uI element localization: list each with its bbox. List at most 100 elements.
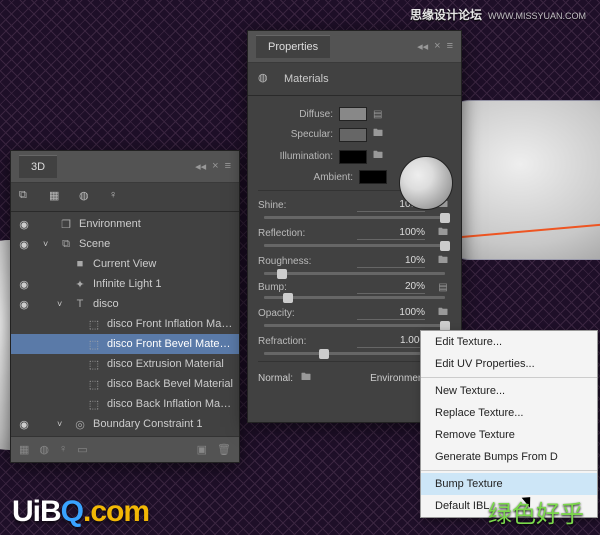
slider-knob[interactable]: [440, 213, 450, 223]
foot-icon[interactable]: ▦: [19, 443, 29, 456]
tree-row[interactable]: ◉✦Infinite Light 1: [11, 274, 239, 294]
tree-row[interactable]: ◉ ˅ ⧉ Scene: [11, 234, 239, 254]
foot-icon[interactable]: ◍: [39, 443, 49, 456]
menu-separator: [421, 470, 597, 471]
panel-3d-header[interactable]: 3D ◂◂ × ≡: [11, 151, 239, 183]
menu-item[interactable]: New Texture...: [421, 380, 597, 402]
expand-arrow-icon[interactable]: ˅: [43, 239, 53, 249]
slider-knob[interactable]: [283, 293, 293, 303]
panel-menu-icon[interactable]: ≡: [447, 40, 453, 53]
tree-row[interactable]: ◉ ˅ ◎ Boundary Constraint 1: [11, 414, 239, 434]
eye-icon[interactable]: ◉: [17, 298, 31, 311]
slider-value[interactable]: 10%: [357, 255, 425, 268]
panel-close-icon[interactable]: ×: [434, 40, 440, 53]
watermark-top: 思缘设计论坛WWW.MISSYUAN.COM: [410, 6, 586, 23]
node-icon: ⬚: [87, 338, 101, 351]
filter-mesh-icon[interactable]: ▦: [49, 189, 65, 205]
slider-track[interactable]: [264, 352, 445, 355]
panel-3d: 3D ◂◂ × ≡ ⧉ ▦ ◍ ♀ ◉❐Environment◉˅⧉Scene■…: [10, 150, 240, 463]
slider-texture-icon[interactable]: 🖿: [435, 225, 451, 242]
slider-label: Roughness:: [258, 256, 322, 267]
tree-row[interactable]: ■Current View: [11, 254, 239, 274]
node-label: Scene: [79, 238, 233, 250]
illumination-swatch[interactable]: [339, 150, 367, 164]
tree-row[interactable]: ◉❐Environment: [11, 214, 239, 234]
scene-tree: ◉❐Environment◉˅⧉Scene■Current View◉✦Infi…: [11, 212, 239, 436]
ambient-swatch[interactable]: [359, 170, 387, 184]
node-label: Current View: [93, 258, 233, 270]
slider-texture-icon[interactable]: ▤: [435, 282, 451, 293]
node-label: disco Back Bevel Material: [107, 378, 233, 390]
filter-light-icon[interactable]: ♀: [109, 189, 125, 205]
tree-row[interactable]: ⬚ disco Front Bevel Material: [11, 334, 239, 354]
eye-icon[interactable]: ◉: [17, 218, 31, 231]
menu-item[interactable]: Edit Texture...: [421, 331, 597, 353]
slider-texture-icon[interactable]: 🖿: [435, 253, 451, 270]
tree-row[interactable]: ◉˅Tdisco: [11, 294, 239, 314]
slider-value[interactable]: 100%: [357, 227, 425, 240]
normal-label: Normal:: [258, 373, 293, 384]
slider-knob[interactable]: [277, 269, 287, 279]
slider-label: Shine:: [258, 200, 322, 211]
slider-value[interactable]: 20%: [357, 281, 425, 294]
eye-icon[interactable]: ◉: [17, 238, 31, 251]
slider-label: Bump:: [258, 282, 322, 293]
slider-track[interactable]: [264, 216, 445, 219]
tree-row[interactable]: ⬚disco Back Bevel Material: [11, 374, 239, 394]
panel-props-header[interactable]: Properties ◂◂ × ≡: [248, 31, 461, 63]
watermark-bottom-left: UiBQ.com: [12, 495, 149, 529]
slider-track[interactable]: [264, 272, 445, 275]
panel-collapse-icon[interactable]: ◂◂: [417, 40, 428, 53]
eye-icon[interactable]: ◉: [17, 278, 31, 291]
panel-3d-footer: ▦ ◍ ♀ ▭ ▣ 🗑: [11, 436, 239, 462]
tab-3d[interactable]: 3D: [19, 155, 57, 178]
panel-close-icon[interactable]: ×: [212, 160, 218, 173]
slider-label: Opacity:: [258, 308, 322, 319]
specular-folder-icon[interactable]: 🖿: [373, 126, 387, 143]
menu-item[interactable]: Edit UV Properties...: [421, 353, 597, 375]
node-label: disco Front Bevel Material: [107, 338, 233, 350]
eye-icon[interactable]: ◉: [17, 418, 31, 431]
trash-icon[interactable]: 🗑: [217, 443, 231, 456]
expand-arrow-icon[interactable]: ˅: [57, 299, 67, 309]
node-icon: ❐: [59, 218, 73, 231]
specular-swatch[interactable]: [339, 128, 367, 142]
node-icon: ⬚: [87, 398, 101, 411]
filter-material-icon[interactable]: ◍: [79, 189, 95, 205]
slider-value[interactable]: 1.000: [357, 335, 425, 348]
texture-preview[interactable]: [399, 156, 453, 210]
slider-texture-icon[interactable]: 🖿: [435, 305, 451, 322]
illumination-label: Illumination:: [280, 151, 333, 162]
slider-track[interactable]: [264, 296, 445, 299]
slider-knob[interactable]: [319, 349, 329, 359]
normal-folder-icon[interactable]: 🖿: [301, 370, 315, 387]
expand-arrow-icon[interactable]: ˅: [57, 419, 67, 429]
illumination-folder-icon[interactable]: 🖿: [373, 148, 387, 165]
slider-knob[interactable]: [440, 241, 450, 251]
diffuse-swatch[interactable]: [339, 107, 367, 121]
node-icon: ⧉: [59, 238, 73, 251]
node-icon: ◎: [73, 418, 87, 431]
slider-value[interactable]: 100%: [357, 307, 425, 320]
foot-icon[interactable]: ▭: [77, 443, 87, 456]
slider-track[interactable]: [264, 244, 445, 247]
node-label: Boundary Constraint 1: [93, 418, 233, 430]
tree-row[interactable]: ⬚disco Back Inflation Mate...: [11, 394, 239, 414]
menu-item[interactable]: Generate Bumps From D: [421, 446, 597, 468]
slider-track[interactable]: [264, 324, 445, 327]
filter-scene-icon[interactable]: ⧉: [19, 189, 35, 205]
menu-item[interactable]: Replace Texture...: [421, 402, 597, 424]
foot-icon[interactable]: ♀: [59, 443, 67, 456]
menu-item[interactable]: Remove Texture: [421, 424, 597, 446]
menu-item[interactable]: Bump Texture: [421, 473, 597, 495]
node-label: disco Extrusion Material: [107, 358, 233, 370]
node-icon: ⬚: [87, 358, 101, 371]
panel-collapse-icon[interactable]: ◂◂: [195, 160, 206, 173]
tree-row[interactable]: ⬚ disco Extrusion Material: [11, 354, 239, 374]
toolbar-3d: ⧉ ▦ ◍ ♀: [11, 183, 239, 212]
render-icon[interactable]: ▣: [197, 443, 207, 456]
tree-row[interactable]: ⬚disco Front Inflation Mat...: [11, 314, 239, 334]
panel-menu-icon[interactable]: ≡: [225, 160, 231, 173]
diffuse-texture-icon[interactable]: ▤: [373, 109, 387, 120]
tab-properties[interactable]: Properties: [256, 35, 330, 58]
